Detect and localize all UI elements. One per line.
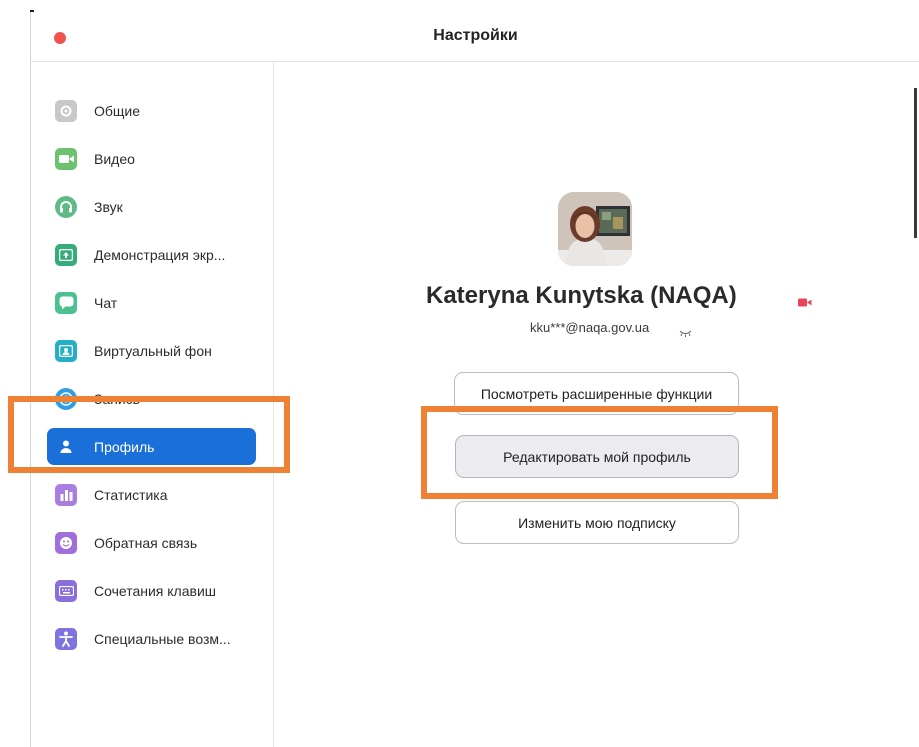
chat-icon [55, 291, 77, 314]
keyboard-icon [55, 579, 77, 602]
feedback-icon [55, 531, 77, 554]
profile-name: Kateryna Kunytska (NAQA) [426, 282, 737, 309]
sidebar-item-label: Обратная связь [94, 534, 198, 551]
settings-window: Настройки Общие Видео Звук Демонстрация … [30, 12, 919, 747]
profile-avatar[interactable] [558, 192, 632, 266]
profile-email: kku***@naqa.gov.ua [530, 320, 650, 335]
sidebar-item-feedback[interactable]: Обратная связь [47, 524, 256, 561]
sidebar-item-label: Демонстрация экр... [94, 246, 226, 263]
edit-profile-button[interactable]: Редактировать мой профиль [455, 435, 739, 478]
profile-icon [55, 436, 77, 458]
change-subscription-button[interactable]: Изменить мою подписку [455, 501, 739, 544]
show-email-icon[interactable] [679, 324, 692, 342]
settings-sidebar: Общие Видео Звук Демонстрация экр... Чат [31, 62, 274, 747]
sidebar-item-label: Статистика [94, 486, 168, 503]
window-edge-shadow [914, 88, 917, 238]
sidebar-item-profile[interactable]: Профиль [47, 428, 256, 465]
sidebar-item-share-screen[interactable]: Демонстрация экр... [47, 236, 256, 273]
sidebar-item-video[interactable]: Видео [47, 140, 256, 177]
statistics-icon [55, 483, 77, 506]
sidebar-item-label: Специальные возм... [94, 630, 231, 647]
sidebar-item-label: Чат [94, 294, 118, 311]
headphones-icon [55, 195, 77, 218]
view-advanced-features-button[interactable]: Посмотреть расширенные функции [454, 372, 739, 415]
title-bar: Настройки [31, 12, 919, 62]
video-status-icon [798, 294, 812, 312]
sidebar-item-label: Виртуальный фон [94, 342, 212, 359]
window-title: Настройки [433, 27, 518, 44]
sidebar-item-label: Профиль [94, 438, 155, 455]
gear-icon [55, 99, 77, 122]
sidebar-item-label: Видео [94, 150, 135, 167]
virtual-background-icon [55, 339, 77, 362]
accessibility-icon [55, 627, 77, 650]
share-screen-icon [55, 243, 77, 266]
sidebar-item-accessibility[interactable]: Специальные возм... [47, 620, 256, 657]
sidebar-item-keyboard-shortcuts[interactable]: Сочетания клавиш [47, 572, 256, 609]
sidebar-item-label: Общие [94, 102, 141, 119]
sidebar-item-virtual-background[interactable]: Виртуальный фон [47, 332, 256, 369]
sidebar-item-statistics[interactable]: Статистика [47, 476, 256, 513]
profile-panel: Kateryna Kunytska (NAQA) kku***@naqa.gov… [274, 62, 919, 747]
sidebar-item-label: Звук [94, 198, 123, 215]
sidebar-item-recording[interactable]: Запись [47, 380, 256, 417]
sidebar-item-audio[interactable]: Звук [47, 188, 256, 225]
sidebar-item-chat[interactable]: Чат [47, 284, 256, 321]
video-camera-icon [55, 147, 77, 170]
record-icon [55, 387, 77, 410]
sidebar-item-label: Запись [94, 390, 140, 407]
sidebar-item-label: Сочетания клавиш [94, 582, 216, 599]
sidebar-item-general[interactable]: Общие [47, 92, 256, 129]
